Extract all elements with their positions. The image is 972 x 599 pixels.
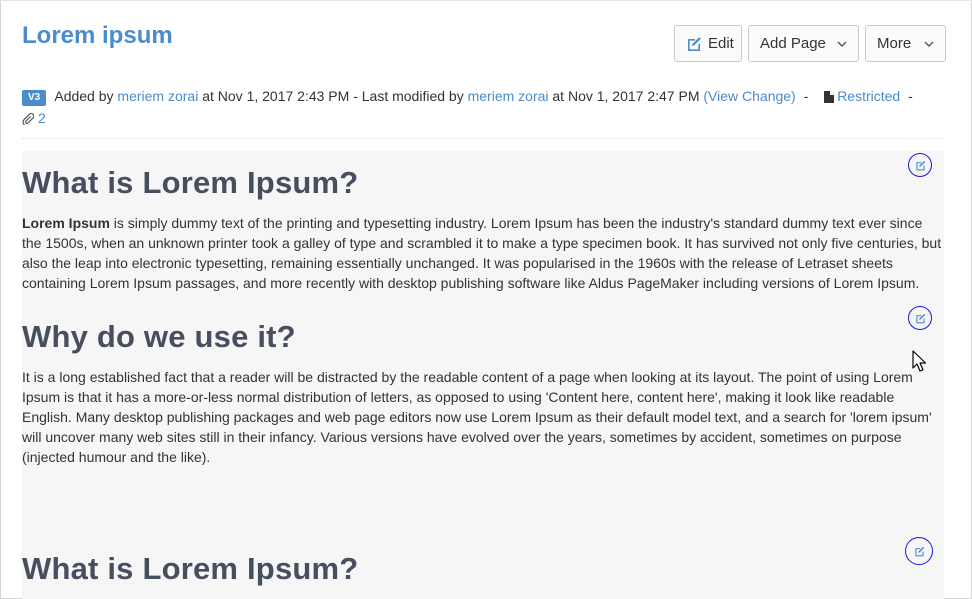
page-metadata: V3 Added by meriem zorai at Nov 1, 2017 … bbox=[22, 86, 942, 130]
restrictions-link[interactable]: Restricted bbox=[837, 88, 900, 104]
modified-at-text: at Nov 1, 2017 2:47 PM bbox=[552, 88, 700, 104]
modifier-link[interactable]: meriem zorai bbox=[468, 88, 549, 104]
section-paragraph: Lorem Ipsum is simply dummy text of the … bbox=[22, 213, 944, 293]
section-edit-icon bbox=[915, 160, 925, 170]
mouse-cursor-icon bbox=[912, 350, 927, 377]
more-button[interactable]: More bbox=[865, 25, 946, 62]
added-by-prefix: Added by bbox=[54, 88, 114, 104]
paperclip-icon bbox=[22, 110, 35, 130]
bold-term: Lorem Ipsum bbox=[22, 215, 110, 231]
section-paragraph: It is a long established fact that a rea… bbox=[22, 369, 932, 465]
separator: - bbox=[908, 88, 913, 104]
author-link[interactable]: meriem zorai bbox=[117, 88, 198, 104]
section-edit-icon bbox=[914, 546, 924, 556]
separator: - bbox=[803, 88, 809, 104]
paragraph-text: is simply dummy text of the printing and… bbox=[22, 215, 942, 291]
section-edit-icon bbox=[915, 313, 925, 323]
section-edit-button[interactable] bbox=[908, 153, 932, 177]
more-label: More bbox=[877, 35, 912, 52]
chevron-down-icon bbox=[837, 40, 847, 48]
section-heading: What is Lorem Ipsum? bbox=[22, 551, 359, 586]
edit-button-label: Edit bbox=[708, 35, 734, 52]
attachments-count-link[interactable]: 2 bbox=[38, 110, 46, 126]
chevron-down-icon bbox=[924, 40, 934, 48]
document-icon bbox=[824, 88, 835, 108]
edit-icon bbox=[686, 36, 702, 52]
page-content: What is Lorem Ipsum? Lorem Ipsum is simp… bbox=[22, 151, 944, 599]
section-heading: Why do we use it? bbox=[22, 319, 296, 354]
page-title: Lorem ipsum bbox=[22, 22, 173, 49]
section-edit-button[interactable] bbox=[905, 537, 933, 565]
edit-button[interactable]: Edit bbox=[674, 25, 742, 62]
version-badge: V3 bbox=[22, 90, 47, 106]
add-page-label: Add Page bbox=[760, 35, 826, 52]
section-edit-button[interactable] bbox=[908, 306, 932, 330]
divider bbox=[22, 138, 944, 139]
section-heading: What is Lorem Ipsum? bbox=[22, 165, 359, 200]
added-at-text: at Nov 1, 2017 2:43 PM - Last modified b… bbox=[202, 88, 464, 104]
page-actions: Edit Add Page More bbox=[674, 25, 946, 62]
view-change-link[interactable]: (View Change) bbox=[703, 88, 795, 104]
add-page-button[interactable]: Add Page bbox=[748, 25, 859, 62]
